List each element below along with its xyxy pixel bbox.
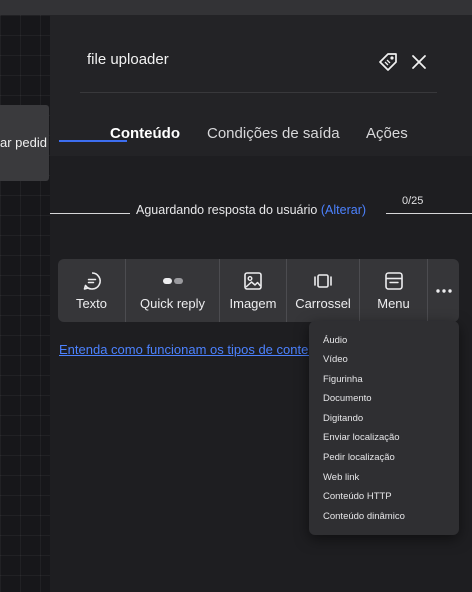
close-button[interactable] [408, 51, 430, 73]
more-content-types-button[interactable] [427, 259, 459, 322]
menu-item-documento[interactable]: Documento [323, 393, 372, 404]
add-menu-button[interactable]: Menu [359, 259, 427, 322]
tool-label-imagem: Imagem [229, 296, 277, 311]
waiting-status-text: Aguardando resposta do usuário [136, 203, 318, 217]
menu-icon [383, 270, 405, 292]
menu-item-pedir-localizacao[interactable]: Pedir localização [323, 452, 395, 463]
top-bar [0, 0, 472, 15]
add-carousel-button[interactable]: Carrossel [286, 259, 359, 322]
panel-title: file uploader [87, 51, 169, 68]
change-wait-link[interactable]: (Alterar) [321, 203, 366, 217]
menu-item-conteudo-http[interactable]: Conteúdo HTTP [323, 491, 392, 502]
tool-label-carrossel: Carrossel [295, 296, 351, 311]
menu-item-digitando[interactable]: Digitando [323, 413, 363, 424]
menu-item-web-link[interactable]: Web link [323, 472, 359, 483]
tab-condicoes-de-saida[interactable]: Condições de saída [207, 125, 340, 142]
flow-canvas[interactable]: ar pedid [0, 15, 50, 592]
active-tab-indicator [59, 140, 127, 142]
flow-node-card[interactable]: ar pedid [0, 105, 49, 181]
content-type-toolbar: Texto Quick reply Imagem Carrossel Menu [58, 259, 459, 322]
header-divider [80, 92, 437, 93]
more-content-types-menu: Áudio Vídeo Figurinha Documento Digitand… [309, 321, 459, 535]
menu-item-conteudo-dinamico[interactable]: Conteúdo dinâmico [323, 511, 405, 522]
divider-line-right [386, 213, 472, 214]
waiting-status: Aguardando resposta do usuário (Alterar) [136, 203, 366, 217]
add-image-button[interactable]: Imagem [219, 259, 286, 322]
character-counter: 0/25 [402, 195, 424, 207]
tag-icon [379, 53, 397, 71]
image-icon [242, 270, 264, 292]
tab-acoes[interactable]: Ações [366, 125, 408, 142]
flow-node-label: ar pedid [0, 135, 47, 150]
close-icon [412, 55, 426, 69]
more-icon [433, 280, 455, 302]
panel-header: file uploader Conteúdo Condições de saíd… [50, 15, 472, 156]
divider-line-left [50, 213, 130, 214]
menu-item-enviar-localizacao[interactable]: Enviar localização [323, 432, 400, 443]
tool-label-quick-reply: Quick reply [139, 296, 206, 311]
menu-item-audio[interactable]: Áudio [323, 335, 347, 346]
content-types-help-link[interactable]: Entenda como funcionam os tipos de conte… [59, 342, 311, 357]
quick-reply-icon [162, 270, 184, 292]
tag-button[interactable] [377, 51, 399, 73]
tool-label-menu: Menu [377, 296, 410, 311]
chat-bubble-icon [81, 270, 103, 292]
add-text-button[interactable]: Texto [58, 259, 125, 322]
menu-item-video[interactable]: Vídeo [323, 354, 348, 365]
add-quick-reply-button[interactable]: Quick reply [125, 259, 219, 322]
carousel-icon [312, 270, 334, 292]
tool-label-texto: Texto [75, 296, 108, 311]
menu-item-figurinha[interactable]: Figurinha [323, 374, 363, 385]
